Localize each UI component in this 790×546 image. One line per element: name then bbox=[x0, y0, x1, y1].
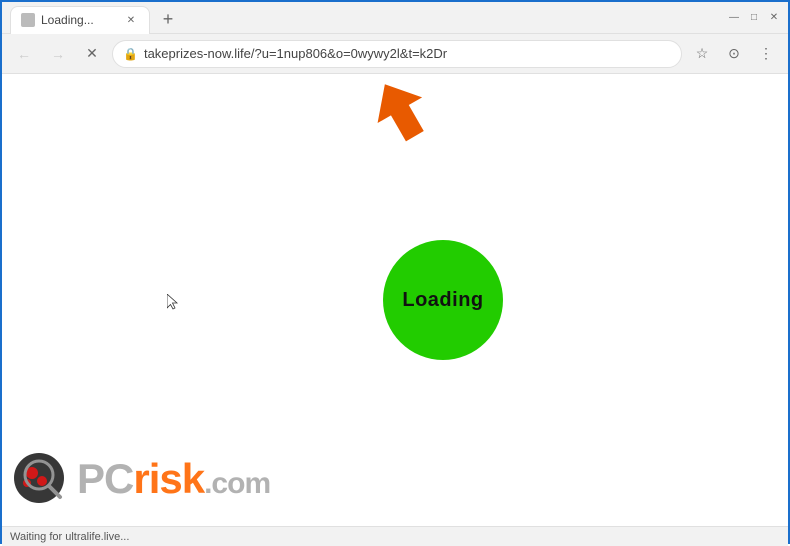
pcrisk-logo-icon bbox=[12, 451, 67, 506]
watermark-pc-text: PC bbox=[77, 455, 133, 502]
account-icon: ⊙ bbox=[728, 45, 740, 62]
tab-title: Loading... bbox=[41, 13, 117, 27]
back-icon: ← bbox=[17, 46, 31, 62]
tab-close-button[interactable]: ✕ bbox=[123, 12, 139, 28]
back-button[interactable]: ← bbox=[10, 40, 38, 68]
address-bar[interactable]: 🔒 takeprizes-now.life/?u=1nup806&o=0wywy… bbox=[112, 40, 682, 68]
nav-right-controls: ☆ ⊙ ⋮ bbox=[688, 40, 780, 68]
reload-icon: ✕ bbox=[86, 45, 98, 62]
watermark-com-text: .com bbox=[204, 467, 270, 500]
loading-indicator: Loading bbox=[383, 240, 503, 360]
active-tab[interactable]: Loading... ✕ bbox=[10, 6, 150, 34]
minimize-button[interactable]: — bbox=[728, 12, 740, 24]
menu-icon: ⋮ bbox=[759, 45, 773, 62]
forward-button[interactable]: → bbox=[44, 40, 72, 68]
new-tab-button[interactable]: + bbox=[154, 6, 182, 34]
lock-icon: 🔒 bbox=[123, 47, 138, 61]
url-text: takeprizes-now.life/?u=1nup806&o=0wywy2l… bbox=[144, 46, 447, 61]
window-controls: — □ ✕ bbox=[728, 12, 780, 24]
page-content: Loading PCrisk.com bbox=[2, 74, 788, 526]
loading-text: Loading bbox=[402, 289, 483, 312]
status-bar: Waiting for ultralife.live... bbox=[2, 526, 788, 546]
menu-button[interactable]: ⋮ bbox=[752, 40, 780, 68]
close-button[interactable]: ✕ bbox=[768, 12, 780, 24]
forward-icon: → bbox=[51, 46, 65, 62]
status-text: Waiting for ultralife.live... bbox=[10, 531, 129, 543]
arrow-annotation bbox=[377, 84, 437, 149]
mouse-cursor-icon bbox=[167, 294, 179, 312]
watermark-brand: PCrisk.com bbox=[77, 455, 270, 503]
titlebar: Loading... ✕ + — □ ✕ bbox=[2, 2, 788, 34]
bookmark-icon: ☆ bbox=[696, 45, 709, 62]
bookmark-button[interactable]: ☆ bbox=[688, 40, 716, 68]
tab-favicon bbox=[21, 13, 35, 27]
account-button[interactable]: ⊙ bbox=[720, 40, 748, 68]
tab-bar: Loading... ✕ + bbox=[10, 2, 720, 34]
navbar: ← → ✕ 🔒 takeprizes-now.life/?u=1nup806&o… bbox=[2, 34, 788, 74]
watermark: PCrisk.com bbox=[12, 451, 270, 506]
maximize-button[interactable]: □ bbox=[748, 12, 760, 24]
reload-button[interactable]: ✕ bbox=[78, 40, 106, 68]
watermark-risk-text: risk bbox=[133, 455, 204, 502]
orange-arrow-icon bbox=[377, 84, 437, 144]
